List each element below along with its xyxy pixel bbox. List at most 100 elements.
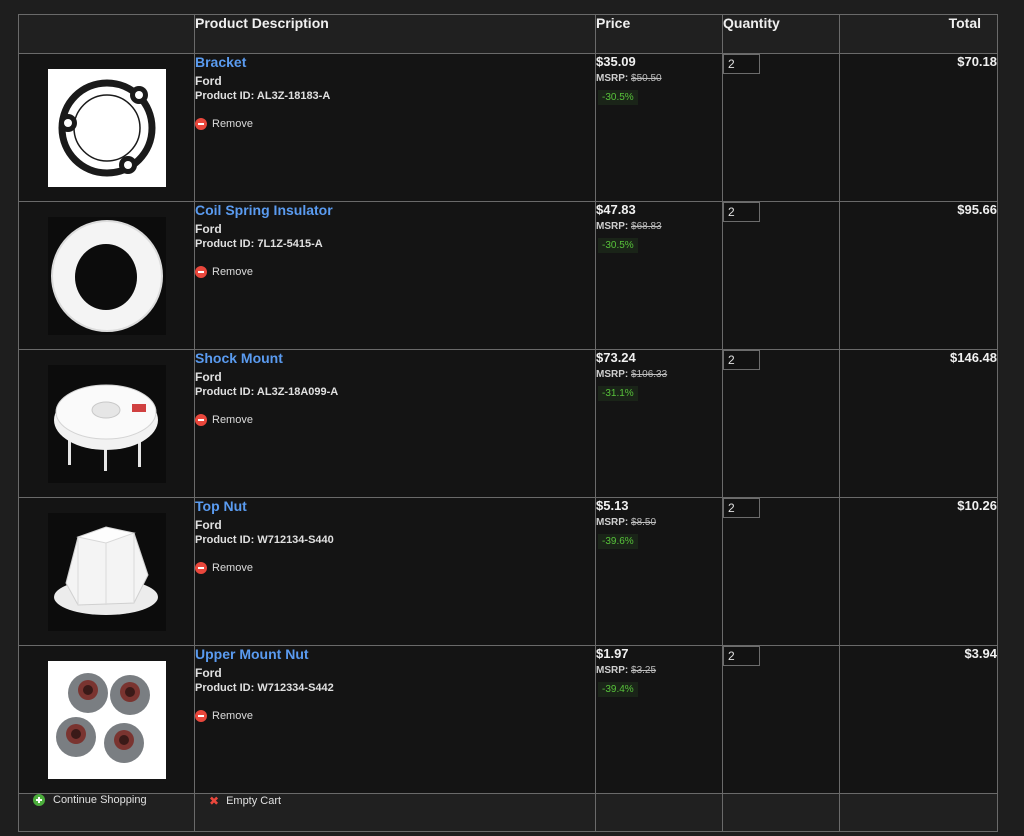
product-brand: Ford	[195, 74, 222, 88]
cart-footer-row: Continue Shopping ✖ Empty Cart	[18, 793, 998, 832]
product-description-cell: Bracket Ford Product ID: AL3Z-18183-A Re…	[194, 53, 596, 202]
remove-icon	[195, 118, 207, 130]
product-id: Product ID: W712134-S440	[195, 534, 334, 546]
msrp-value: $3.25	[631, 665, 657, 676]
footer-cell-continue: Continue Shopping	[18, 793, 195, 832]
product-image-cell	[18, 53, 195, 202]
product-brand: Ford	[195, 666, 222, 680]
cart-row: Bracket Ford Product ID: AL3Z-18183-A Re…	[18, 53, 998, 202]
product-id: Product ID: W712334-S442	[195, 682, 334, 694]
footer-cell-blank	[595, 793, 723, 832]
cart-row: Coil Spring Insulator Ford Product ID: 7…	[18, 201, 998, 350]
cart-row: Upper Mount Nut Ford Product ID: W712334…	[18, 645, 998, 794]
product-name-link[interactable]: Shock Mount	[195, 350, 595, 366]
product-id: Product ID: AL3Z-18183-A	[195, 90, 331, 102]
remove-label: Remove	[212, 562, 253, 574]
remove-button[interactable]: Remove	[195, 710, 595, 722]
quantity-cell	[722, 201, 840, 350]
hex-nut-icon[interactable]	[47, 513, 166, 631]
empty-cart-button[interactable]: ✖ Empty Cart	[195, 794, 595, 808]
product-name-link[interactable]: Upper Mount Nut	[195, 646, 595, 662]
flange-nuts-icon[interactable]	[47, 661, 166, 779]
remove-icon	[195, 710, 207, 722]
msrp: MSRP: $8.50	[596, 517, 657, 528]
quantity-cell	[722, 53, 840, 202]
product-image-cell	[18, 349, 195, 498]
product-brand: Ford	[195, 222, 222, 236]
quantity-input[interactable]	[723, 54, 760, 74]
product-id: Product ID: AL3Z-18A099-A	[195, 386, 339, 398]
price: $73.24	[596, 350, 636, 365]
price: $5.13	[596, 498, 629, 513]
product-name-link[interactable]: Bracket	[195, 54, 595, 70]
remove-button[interactable]: Remove	[195, 118, 595, 130]
continue-shopping-label: Continue Shopping	[53, 794, 147, 806]
cart-table: Product Description Price Quantity Total	[18, 14, 998, 832]
price-cell: $73.24 MSRP: $106.33 -31.1%	[595, 349, 723, 498]
header-image	[18, 14, 195, 54]
remove-label: Remove	[212, 414, 253, 426]
price-cell: $35.09 MSRP: $50.50 -30.5%	[595, 53, 723, 202]
footer-cell-blank	[839, 793, 998, 832]
product-image-cell	[18, 645, 195, 794]
quantity-input[interactable]	[723, 646, 760, 666]
remove-label: Remove	[212, 710, 253, 722]
quantity-cell	[722, 645, 840, 794]
msrp-value: $68.83	[631, 221, 662, 232]
discount-badge: -30.5%	[598, 90, 638, 105]
header-quantity: Quantity	[722, 14, 840, 54]
msrp: MSRP: $50.50	[596, 73, 662, 84]
product-image-cell	[18, 497, 195, 646]
line-total: $3.94	[839, 645, 998, 794]
cart-row: Shock Mount Ford Product ID: AL3Z-18A099…	[18, 349, 998, 498]
cart-header-row: Product Description Price Quantity Total	[18, 14, 998, 54]
quantity-cell	[722, 497, 840, 646]
footer-cell-empty: ✖ Empty Cart	[194, 793, 596, 832]
shock-mount-icon[interactable]	[47, 365, 166, 483]
msrp: MSRP: $106.33	[596, 369, 668, 380]
product-description-cell: Coil Spring Insulator Ford Product ID: 7…	[194, 201, 596, 350]
line-total: $70.18	[839, 53, 998, 202]
empty-cart-label: Empty Cart	[226, 795, 282, 807]
product-description-cell: Shock Mount Ford Product ID: AL3Z-18A099…	[194, 349, 596, 498]
discount-badge: -39.4%	[598, 682, 638, 697]
price-cell: $47.83 MSRP: $68.83 -30.5%	[595, 201, 723, 350]
gasket-icon[interactable]	[47, 69, 166, 187]
product-description-cell: Top Nut Ford Product ID: W712134-S440 Re…	[194, 497, 596, 646]
close-icon: ✖	[209, 794, 220, 808]
product-name-link[interactable]: Top Nut	[195, 498, 595, 514]
discount-badge: -31.1%	[598, 386, 638, 401]
quantity-input[interactable]	[723, 498, 760, 518]
remove-label: Remove	[212, 118, 253, 130]
remove-icon	[195, 414, 207, 426]
remove-button[interactable]: Remove	[195, 414, 595, 426]
quantity-cell	[722, 349, 840, 498]
remove-button[interactable]: Remove	[195, 562, 595, 574]
quantity-input[interactable]	[723, 202, 760, 222]
quantity-input[interactable]	[723, 350, 760, 370]
remove-button[interactable]: Remove	[195, 266, 595, 278]
product-description-cell: Upper Mount Nut Ford Product ID: W712334…	[194, 645, 596, 794]
remove-icon	[195, 266, 207, 278]
price-cell: $5.13 MSRP: $8.50 -39.6%	[595, 497, 723, 646]
price: $1.97	[596, 646, 629, 661]
header-total: Total	[839, 14, 998, 54]
line-total: $10.26	[839, 497, 998, 646]
msrp: MSRP: $68.83	[596, 221, 662, 232]
line-total: $146.48	[839, 349, 998, 498]
msrp-value: $106.33	[631, 369, 668, 380]
product-brand: Ford	[195, 518, 222, 532]
discount-badge: -39.6%	[598, 534, 638, 549]
continue-shopping-button[interactable]: Continue Shopping	[19, 794, 194, 806]
product-name-link[interactable]: Coil Spring Insulator	[195, 202, 595, 218]
price-cell: $1.97 MSRP: $3.25 -39.4%	[595, 645, 723, 794]
line-total: $95.66	[839, 201, 998, 350]
price: $35.09	[596, 54, 636, 69]
footer-cell-blank	[722, 793, 840, 832]
plus-circle-icon	[33, 794, 45, 806]
product-id: Product ID: 7L1Z-5415-A	[195, 238, 323, 250]
insulator-ring-icon[interactable]	[47, 217, 166, 335]
msrp-value: $8.50	[631, 517, 657, 528]
msrp-value: $50.50	[631, 73, 662, 84]
product-brand: Ford	[195, 370, 222, 384]
